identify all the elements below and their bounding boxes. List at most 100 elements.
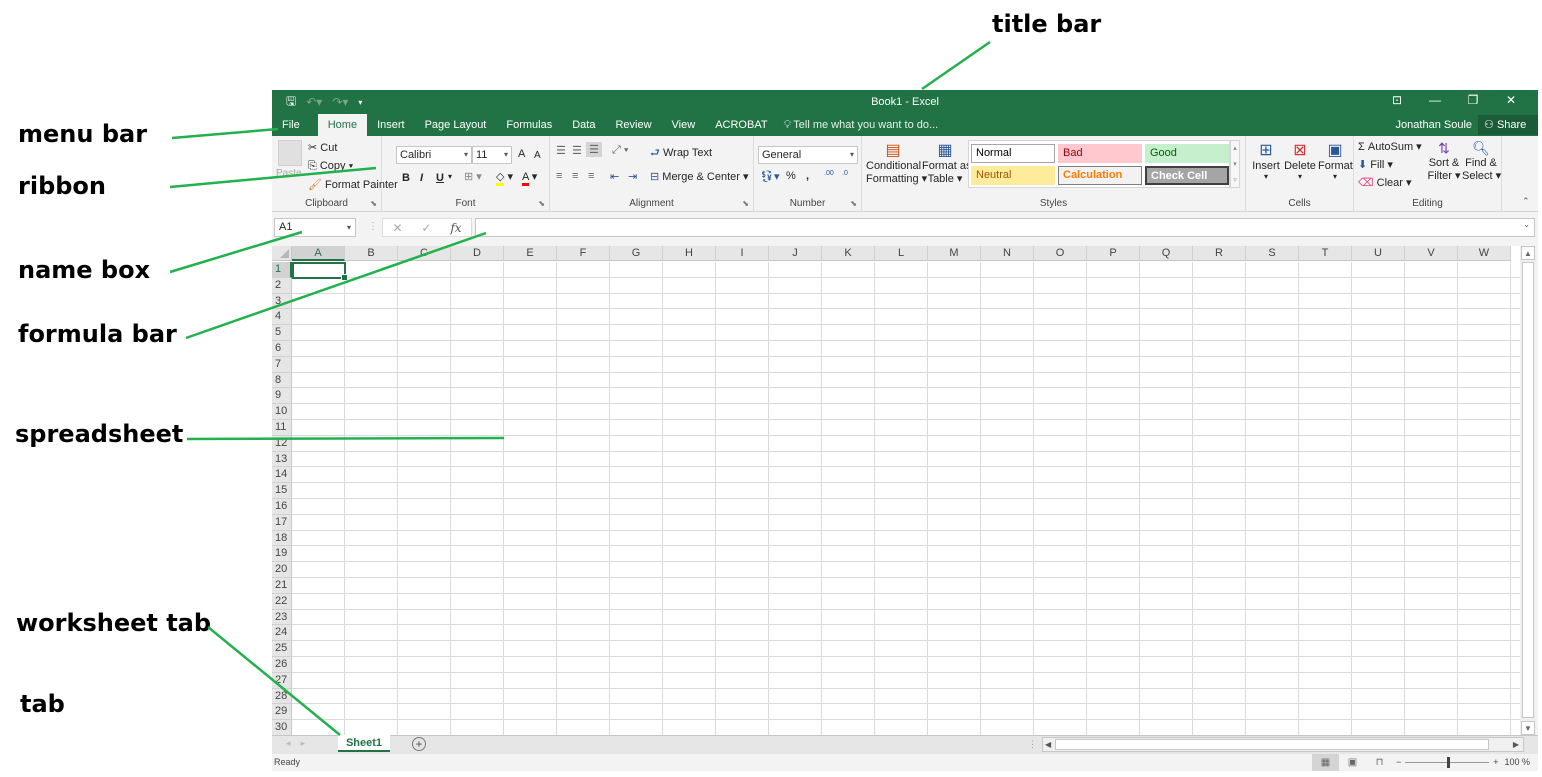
column-header-i[interactable]: I	[716, 246, 769, 261]
column-header-e[interactable]: E	[504, 246, 557, 261]
user-name[interactable]: Jonathan Soule	[1396, 114, 1472, 136]
horizontal-scrollbar[interactable]: ◀ ▶	[1042, 737, 1524, 752]
column-header-a[interactable]: A	[292, 246, 345, 261]
column-header-g[interactable]: G	[610, 246, 663, 261]
row-header-2[interactable]: 2	[272, 277, 292, 294]
row-header-5[interactable]: 5	[272, 325, 292, 341]
number-format-dropdown[interactable]: General ▾	[758, 146, 858, 164]
enter-icon[interactable]: ✓	[421, 221, 431, 235]
align-center-icon[interactable]: ≡	[572, 170, 578, 182]
grow-font-button[interactable]: A	[518, 148, 525, 160]
sort-filter-button[interactable]: ⇅ Sort & Filter ▾	[1426, 140, 1462, 182]
font-color-button[interactable]: A ▾	[522, 170, 537, 186]
insert-cells-button[interactable]: ⊞ Insert ▾	[1250, 140, 1282, 181]
cut-button[interactable]: ✂ Cut	[308, 141, 337, 154]
tell-me-input[interactable]: Tell me what you want to do...	[793, 114, 938, 136]
cancel-icon[interactable]: ✕	[392, 221, 402, 235]
column-header-m[interactable]: M	[928, 246, 981, 261]
row-header-13[interactable]: 13	[272, 451, 292, 468]
row-header-22[interactable]: 22	[272, 593, 292, 610]
dialog-launcher-icon[interactable]: ⬊	[850, 199, 857, 208]
column-header-h[interactable]: H	[663, 246, 716, 261]
row-header-28[interactable]: 28	[272, 688, 292, 705]
tab-page-layout[interactable]: Page Layout	[415, 114, 497, 136]
bold-button[interactable]: B	[402, 172, 410, 184]
shrink-font-button[interactable]: A	[534, 150, 541, 161]
top-align-icon[interactable]: ☰	[556, 144, 566, 157]
borders-icon[interactable]: ⊞ ▾	[464, 170, 482, 183]
column-header-t[interactable]: T	[1299, 246, 1352, 261]
insert-function-icon[interactable]: fx	[450, 221, 461, 235]
collapse-ribbon-icon[interactable]: ⌃	[1522, 196, 1530, 207]
row-header-3[interactable]: 3	[272, 293, 292, 310]
column-header-j[interactable]: J	[769, 246, 822, 261]
vertical-scroll-thumb[interactable]	[1522, 262, 1534, 718]
row-header-10[interactable]: 10	[272, 404, 292, 420]
wrap-text-button[interactable]: ⮐ Wrap Text	[650, 144, 712, 163]
column-header-w[interactable]: W	[1458, 246, 1511, 261]
dialog-launcher-icon[interactable]: ⬊	[742, 199, 749, 208]
accounting-format-icon[interactable]: 💱︎▾	[760, 170, 780, 183]
row-header-18[interactable]: 18	[272, 530, 292, 547]
dialog-launcher-icon[interactable]: ⬊	[538, 199, 545, 208]
column-header-f[interactable]: F	[557, 246, 610, 261]
column-header-o[interactable]: O	[1034, 246, 1087, 261]
tab-home[interactable]: Home	[317, 114, 368, 136]
style-good[interactable]: Good	[1145, 144, 1229, 163]
increase-indent-icon[interactable]: ⇥	[628, 170, 637, 183]
decrease-decimal-button[interactable]: .0	[842, 170, 848, 177]
ribbon-display-icon[interactable]: ⊡	[1378, 93, 1416, 107]
row-header-14[interactable]: 14	[272, 467, 292, 484]
sheet-nav-arrows[interactable]: ◂▸	[286, 738, 315, 749]
row-header-19[interactable]: 19	[272, 546, 292, 563]
column-header-s[interactable]: S	[1246, 246, 1299, 261]
underline-button[interactable]: U	[436, 172, 444, 184]
orientation-icon[interactable]: ⤢ ▾	[612, 144, 628, 157]
row-header-12[interactable]: 12	[272, 435, 292, 452]
normal-view-icon[interactable]: ▦	[1312, 754, 1339, 771]
increase-decimal-button[interactable]: .00	[824, 170, 834, 177]
row-header-11[interactable]: 11	[272, 420, 292, 436]
copy-button[interactable]: ⎘ Copy ▾	[308, 160, 353, 173]
row-header-15[interactable]: 15	[272, 483, 292, 499]
fill-button[interactable]: ⬇ Fill ▾	[1358, 158, 1393, 171]
column-header-r[interactable]: R	[1193, 246, 1246, 261]
scroll-right-icon[interactable]: ▶	[1513, 738, 1519, 751]
formula-input[interactable]: ⌄	[475, 218, 1535, 237]
row-header-9[interactable]: 9	[272, 388, 292, 405]
column-header-k[interactable]: K	[822, 246, 875, 261]
scroll-down-icon[interactable]: ▼	[1521, 721, 1535, 735]
tab-split-handle[interactable]: ⋮	[1028, 739, 1037, 750]
style-bad[interactable]: Bad	[1058, 144, 1142, 163]
comma-button[interactable]: ,	[806, 170, 809, 182]
paste-button[interactable]: Paste	[276, 168, 302, 179]
column-header-v[interactable]: V	[1405, 246, 1458, 261]
row-header-23[interactable]: 23	[272, 609, 292, 626]
resize-handle[interactable]: ⋮	[368, 221, 378, 232]
row-header-17[interactable]: 17	[272, 514, 292, 531]
page-layout-view-icon[interactable]: ▣	[1339, 754, 1366, 771]
tab-review[interactable]: Review	[605, 114, 661, 136]
row-header-24[interactable]: 24	[272, 625, 292, 642]
row-header-8[interactable]: 8	[272, 372, 292, 389]
row-header-21[interactable]: 21	[272, 578, 292, 594]
style-neutral[interactable]: Neutral	[971, 166, 1055, 185]
column-header-l[interactable]: L	[875, 246, 928, 261]
column-header-q[interactable]: Q	[1140, 246, 1193, 261]
middle-align-icon[interactable]: ☰	[572, 144, 582, 157]
row-header-30[interactable]: 30	[272, 720, 292, 735]
zoom-slider[interactable]	[1405, 757, 1490, 768]
autosum-button[interactable]: Σ AutoSum ▾	[1358, 140, 1422, 153]
merge-center-button[interactable]: ⊟ Merge & Center ▾	[650, 170, 749, 183]
column-header-n[interactable]: N	[981, 246, 1034, 261]
page-break-view-icon[interactable]: ⊓	[1366, 754, 1393, 771]
zoom-percent[interactable]: 100 %	[1505, 754, 1531, 771]
selected-cell-a1[interactable]	[292, 262, 348, 281]
column-header-u[interactable]: U	[1352, 246, 1405, 261]
spreadsheet-grid[interactable]: A B C D E F G H I J K L M N O P Q R S T U V W 1 2 3 4 5 6 7 8 9 10 11 12 13…	[272, 246, 1520, 735]
column-header-d[interactable]: D	[451, 246, 504, 261]
sheet-tab-sheet1[interactable]: Sheet1	[338, 735, 390, 752]
tab-data[interactable]: Data	[562, 114, 605, 136]
vertical-scrollbar[interactable]: ▲ ▼	[1520, 246, 1536, 735]
row-header-27[interactable]: 27	[272, 672, 292, 689]
